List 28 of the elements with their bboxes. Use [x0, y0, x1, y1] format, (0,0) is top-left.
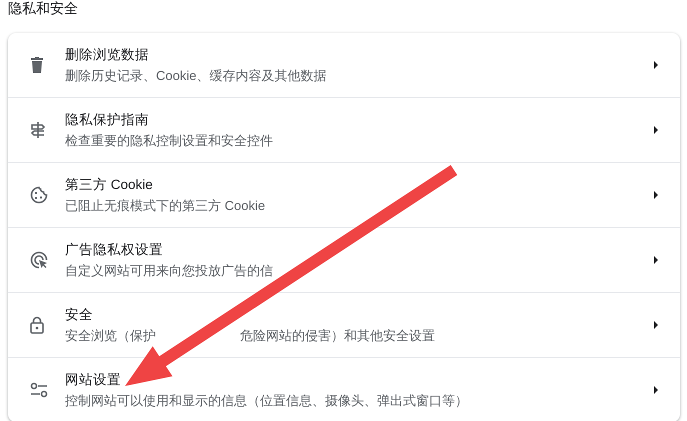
chevron-icon [652, 320, 660, 330]
cookie-icon [30, 186, 48, 204]
row-description: 危险网站的侵害）和其他安全设置 [240, 326, 435, 344]
chevron-icon [652, 190, 660, 200]
target-cursor-icon [30, 251, 48, 269]
row-title: 安全 [65, 306, 94, 324]
row-description: 检查重要的隐私控制设置和安全控件 [65, 132, 273, 150]
trash-icon [30, 57, 44, 73]
lock-icon [30, 316, 44, 334]
chevron-icon [652, 125, 660, 135]
row-title: 隐私保护指南 [65, 110, 150, 128]
section-title: 隐私和安全 [7, 0, 79, 18]
row-description: 控制网站可以使用和显示的信息（位置信息、摄像头、弹出式窗口等） [65, 392, 468, 410]
row-title: 网站设置 [65, 370, 122, 388]
chevron-icon [652, 385, 660, 395]
row-title: 删除浏览数据 [65, 46, 150, 64]
row-description: 安全浏览（保护 [65, 326, 156, 344]
settings-row[interactable]: 隐私保护指南 检查重要的隐私控制设置和安全控件 [8, 97, 680, 162]
row-title: 广告隐私权设置 [65, 240, 164, 258]
chevron-icon [652, 60, 660, 70]
row-description: 删除历史记录、Cookie、缓存内容及其他数据 [65, 66, 326, 84]
row-description: 已阻止无痕模式下的第三方 Cookie [65, 196, 266, 214]
settings-row[interactable]: 删除浏览数据 删除历史记录、Cookie、缓存内容及其他数据 [8, 33, 680, 97]
sliders-icon [30, 382, 48, 398]
row-description: 自定义网站可用来向您投放广告的信 [65, 262, 273, 280]
row-title: 第三方 Cookie [65, 176, 154, 194]
signpost-icon [30, 121, 46, 139]
chevron-icon [652, 255, 660, 265]
